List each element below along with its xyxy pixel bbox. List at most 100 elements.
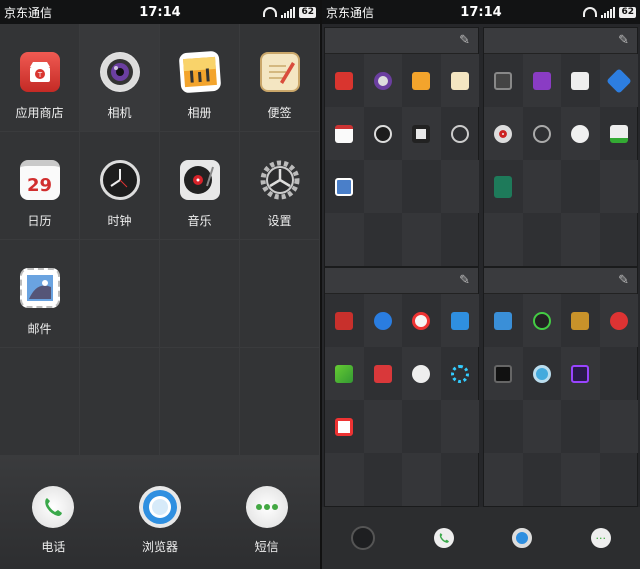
dock-phone[interactable]: 电话 xyxy=(13,486,93,555)
search-icon[interactable] xyxy=(532,124,551,143)
chat-icon[interactable] xyxy=(373,311,392,330)
app-settings[interactable]: 设置 xyxy=(240,132,320,240)
clock-icon[interactable] xyxy=(373,124,392,143)
flickr-icon[interactable] xyxy=(373,364,392,383)
app-label: 日历 xyxy=(27,214,52,228)
phone-icon[interactable] xyxy=(433,528,454,548)
empty-cell xyxy=(160,240,240,348)
weather-icon[interactable] xyxy=(571,124,590,143)
app-mail[interactable]: 邮件 xyxy=(0,240,80,348)
game-box-icon[interactable] xyxy=(571,311,590,330)
download-icon[interactable] xyxy=(609,124,628,143)
dock-sms[interactable]: 短信 xyxy=(227,486,307,555)
wifi-icon xyxy=(583,7,598,17)
edit-pencil-icon[interactable]: ✎ xyxy=(459,273,470,288)
ring-icon[interactable] xyxy=(450,364,469,383)
page-thumbnail-4[interactable]: ✎ xyxy=(483,267,638,507)
empty-cell xyxy=(0,348,80,456)
svg-text:T: T xyxy=(36,71,42,79)
wps-icon[interactable] xyxy=(335,417,354,436)
file-icon[interactable] xyxy=(494,175,513,198)
mail-icon xyxy=(19,268,60,308)
browser-icon[interactable] xyxy=(512,528,533,548)
record-icon[interactable] xyxy=(494,124,513,143)
folder-icon[interactable] xyxy=(494,311,513,330)
dock-label: 浏览器 xyxy=(141,540,178,554)
red-app-icon[interactable] xyxy=(335,311,354,330)
dock: 电话 浏览器 短信 xyxy=(0,456,320,569)
cloud-icon[interactable] xyxy=(571,71,590,90)
wifi-icon xyxy=(263,7,278,17)
app-app-store[interactable]: T 应用商店 xyxy=(0,24,80,132)
sms-icon[interactable]: ··· xyxy=(590,528,611,548)
camera-icon[interactable] xyxy=(373,71,392,90)
mail-send-icon[interactable] xyxy=(450,311,469,330)
gallery-icon[interactable] xyxy=(412,71,431,90)
app-grid: T 应用商店 相机 相册 便签 29 日历 时钟 音乐 设置 邮件 xyxy=(0,24,320,456)
settings-icon[interactable] xyxy=(450,124,469,143)
page-thumbnail-2[interactable]: ✎ xyxy=(483,27,638,267)
home-screen-edit-mode: 京东通信 17:14 62 ✎ ✎ ✎ ✎ ··· xyxy=(320,0,640,569)
calendar-icon[interactable] xyxy=(335,124,354,143)
game-icon[interactable] xyxy=(532,71,551,90)
empty-cell xyxy=(80,348,160,456)
calculator-icon[interactable] xyxy=(494,71,513,90)
music-icon xyxy=(179,160,220,200)
page-thumbnail-1[interactable]: ✎ xyxy=(324,27,479,267)
settings-icon[interactable] xyxy=(351,526,376,550)
dock-browser[interactable]: 浏览器 xyxy=(120,486,200,555)
mail-icon[interactable] xyxy=(335,177,354,196)
empty-cell xyxy=(240,348,320,456)
app-label: 相机 xyxy=(107,106,132,120)
calendar-icon: 29 xyxy=(19,160,60,200)
send-icon[interactable] xyxy=(335,364,354,383)
camera2-icon[interactable] xyxy=(494,364,513,383)
white-circle-icon[interactable] xyxy=(412,364,431,383)
notes-icon xyxy=(259,52,300,92)
gear-icon xyxy=(260,160,300,200)
signal-icon xyxy=(281,6,296,18)
weibo-icon[interactable] xyxy=(412,311,431,330)
calendar-day: 29 xyxy=(26,175,53,196)
app-label: 时钟 xyxy=(107,214,132,228)
app-music[interactable]: 音乐 xyxy=(160,132,240,240)
page-thumbnail-3[interactable]: ✎ xyxy=(324,267,479,507)
app-calendar[interactable]: 29 日历 xyxy=(0,132,80,240)
bug-icon[interactable] xyxy=(609,311,628,330)
app-clock[interactable]: 时钟 xyxy=(80,132,160,240)
edit-dock: ··· xyxy=(322,507,640,569)
empty-cell xyxy=(80,240,160,348)
status-bar: 京东通信 17:14 62 xyxy=(0,0,320,24)
sms-icon xyxy=(245,486,288,528)
notes-icon[interactable] xyxy=(450,71,469,90)
empty-cell xyxy=(160,348,240,456)
edit-pencil-icon[interactable]: ✎ xyxy=(459,33,470,48)
camera-icon xyxy=(99,52,140,92)
status-bar: 京东通信 17:14 62 xyxy=(322,0,640,24)
disc-icon[interactable] xyxy=(532,364,551,383)
app-label: 邮件 xyxy=(27,322,52,336)
app-label: 便签 xyxy=(267,106,292,120)
edit-pencil-icon[interactable]: ✎ xyxy=(618,273,629,288)
app-label: 音乐 xyxy=(187,214,212,228)
store-icon[interactable] xyxy=(335,71,354,90)
navigation-icon[interactable] xyxy=(606,67,632,94)
music-icon[interactable] xyxy=(412,124,431,143)
browser-icon xyxy=(138,486,181,528)
battery-icon: 62 xyxy=(619,6,636,18)
app-gallery[interactable]: 相册 xyxy=(160,24,240,132)
dock-label: 电话 xyxy=(41,540,66,554)
app-label: 相册 xyxy=(187,106,212,120)
app-label: 应用商店 xyxy=(15,106,64,120)
app-camera[interactable]: 相机 xyxy=(80,24,160,132)
app-label: 设置 xyxy=(267,214,292,228)
store-icon: T xyxy=(19,52,60,92)
signal-icon xyxy=(601,6,616,18)
edit-pencil-icon[interactable]: ✎ xyxy=(618,33,629,48)
battery-icon: 62 xyxy=(299,6,316,18)
clock-icon xyxy=(99,160,140,200)
play-icon[interactable] xyxy=(532,311,551,330)
app-notes[interactable]: 便签 xyxy=(240,24,320,132)
home-screen-left: 京东通信 17:14 62 T 应用商店 相机 相册 便签 29 日历 时钟 音… xyxy=(0,0,320,569)
video-icon[interactable] xyxy=(571,364,590,383)
